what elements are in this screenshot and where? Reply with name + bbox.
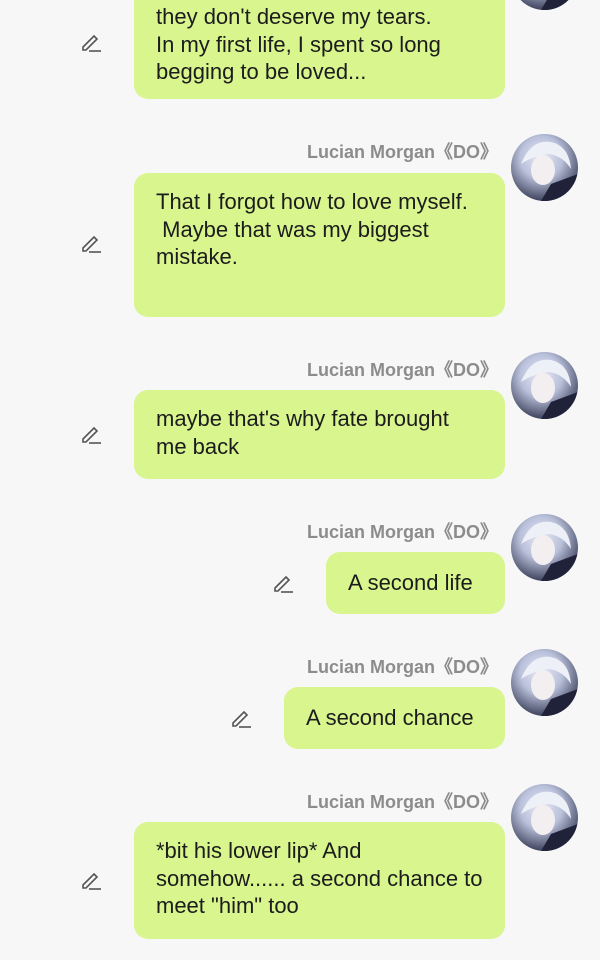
edit-icon[interactable] <box>271 571 295 595</box>
message-bubble[interactable]: That I forgot how to love myself. Maybe … <box>134 173 505 317</box>
avatar[interactable] <box>511 352 578 419</box>
edit-icon[interactable] <box>79 231 103 255</box>
avatar[interactable] <box>511 784 578 851</box>
message-bubble[interactable]: A second chance <box>284 687 505 749</box>
edit-icon[interactable] <box>79 868 103 892</box>
avatar[interactable] <box>511 514 578 581</box>
sender-name: Lucian Morgan《DO》 <box>306 792 498 812</box>
message-bubble[interactable]: they don't deserve my tears. In my first… <box>134 0 505 99</box>
message-bubble[interactable]: A second life <box>326 552 505 614</box>
sender-name: Lucian Morgan《DO》 <box>306 360 498 380</box>
message-bubble[interactable]: maybe that's why fate brought me back <box>134 390 505 479</box>
edit-icon[interactable] <box>79 30 103 54</box>
avatar[interactable] <box>511 649 578 716</box>
sender-name: Lucian Morgan《DO》 <box>306 657 498 677</box>
message-bubble[interactable]: *bit his lower lip* And somehow...... a … <box>134 822 505 939</box>
sender-name: Lucian Morgan《DO》 <box>306 522 498 542</box>
edit-icon[interactable] <box>229 706 253 730</box>
edit-icon[interactable] <box>79 422 103 446</box>
sender-name: Lucian Morgan《DO》 <box>306 142 498 162</box>
avatar[interactable] <box>511 134 578 201</box>
avatar[interactable] <box>511 0 578 10</box>
